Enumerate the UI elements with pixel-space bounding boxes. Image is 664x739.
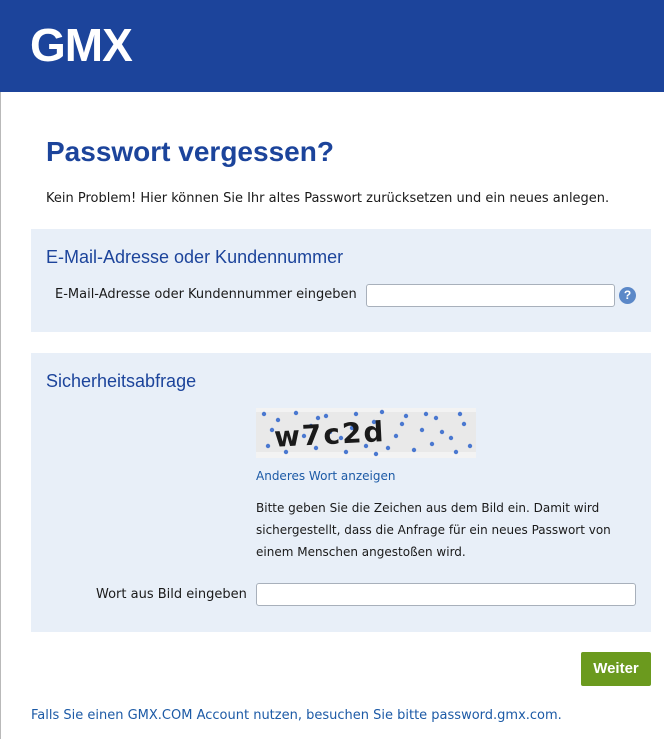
gmx-logo[interactable]: GMX (30, 20, 170, 68)
site-header: GMX (0, 0, 664, 92)
show-other-word-link[interactable]: Anderes Wort anzeigen (256, 469, 395, 483)
intro-text: Kein Problem! Hier können Sie Ihr altes … (46, 191, 610, 206)
captcha-image: w7c2d (256, 408, 476, 458)
account-field-label: E-Mail-Adresse oder Kundennummer eingebe… (55, 287, 357, 302)
captcha-field-label: Wort aus Bild eingeben (96, 587, 247, 602)
logo-text: GMX (30, 20, 133, 68)
security-section-title: Sicherheitsabfrage (46, 371, 197, 391)
captcha-input[interactable] (256, 583, 636, 606)
captcha-text: w7c2d (273, 415, 386, 454)
security-section: Sicherheitsabfrage w7c2d Anderes Wort an… (31, 353, 651, 632)
email-or-customer-number-input[interactable] (366, 284, 615, 307)
gmx-com-account-link[interactable]: Falls Sie einen GMX.COM Account nutzen, … (31, 708, 562, 723)
captcha-hint: Bitte geben Sie die Zeichen aus dem Bild… (256, 501, 611, 559)
help-icon[interactable]: ? (619, 287, 636, 304)
submit-button[interactable]: Weiter (581, 652, 651, 686)
page-border (0, 0, 1, 739)
account-section: E-Mail-Adresse oder Kundennummer E-Mail-… (31, 229, 651, 332)
account-section-title: E-Mail-Adresse oder Kundennummer (46, 247, 344, 267)
page-title: Passwort vergessen? (46, 136, 334, 167)
